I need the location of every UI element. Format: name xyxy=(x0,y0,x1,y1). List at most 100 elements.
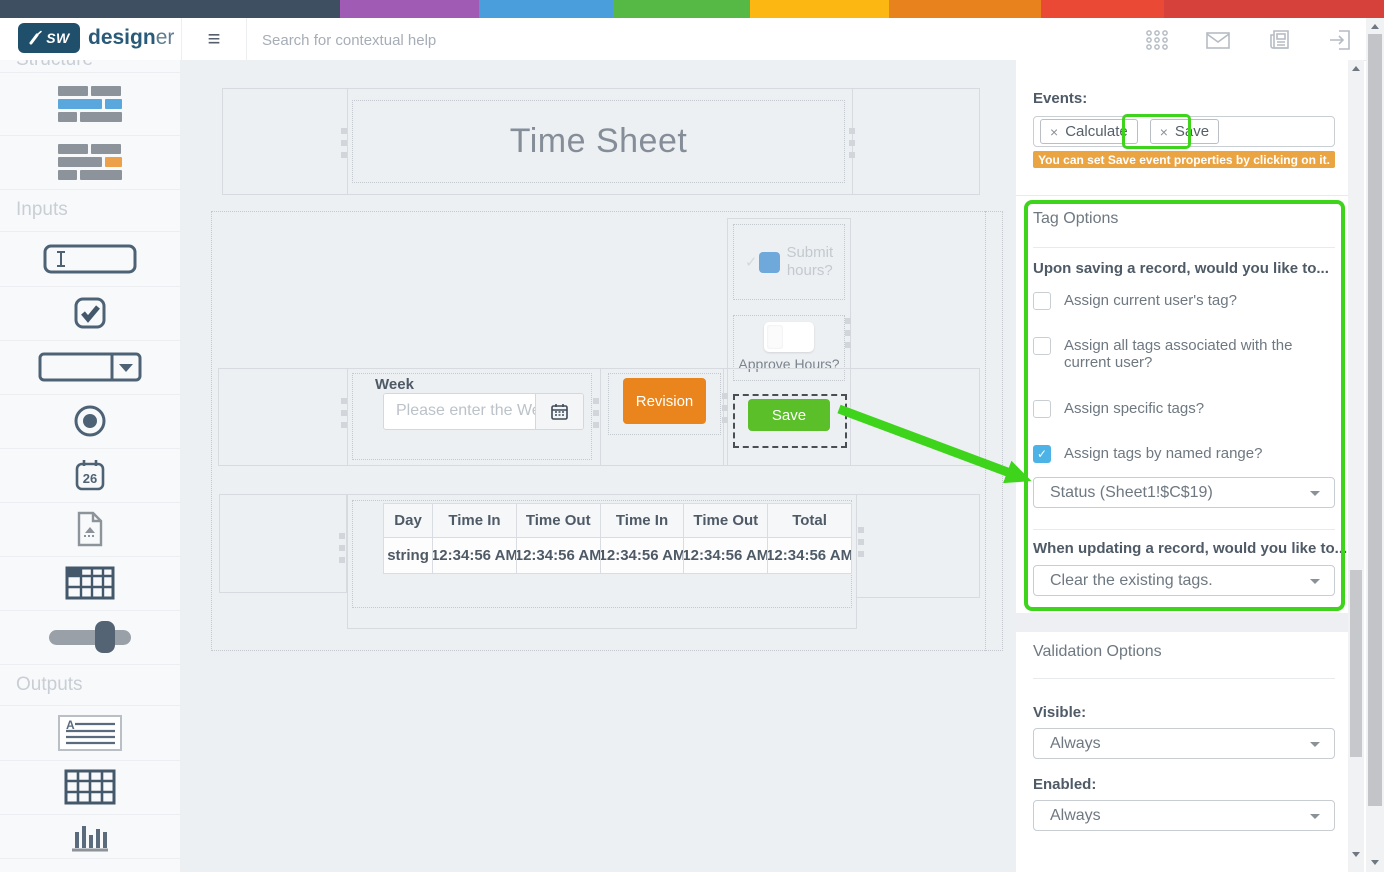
update-behavior-dropdown[interactable]: Clear the existing tags. xyxy=(1033,565,1335,596)
checkbox-unchecked[interactable] xyxy=(1033,337,1051,355)
panel-scroll-up-button[interactable] xyxy=(1348,62,1364,74)
search-input[interactable] xyxy=(260,26,824,54)
canvas-header-col-divider xyxy=(347,89,348,194)
window-scroll-down-button[interactable] xyxy=(1366,856,1384,868)
app-logo[interactable]: SW xyxy=(18,23,80,53)
stripe-redorange xyxy=(1041,0,1164,18)
stripe-red xyxy=(1164,0,1384,18)
panel-scrollbar-thumb[interactable] xyxy=(1350,570,1362,757)
sidebar-item-datepicker[interactable]: 26 xyxy=(0,448,180,503)
form-title-text: Time Sheet xyxy=(510,122,688,161)
sidebar-item-dropdown[interactable] xyxy=(0,340,180,395)
visible-dropdown[interactable]: Always xyxy=(1033,728,1335,759)
chevron-down-icon xyxy=(1310,742,1320,747)
mail-icon[interactable] xyxy=(1205,27,1231,53)
sidebar-item-output-grid[interactable] xyxy=(0,760,180,815)
week-row-divider1 xyxy=(347,369,348,465)
named-range-dropdown[interactable]: Status (Sheet1!$C$19) xyxy=(1033,477,1335,508)
timesheet-table[interactable]: Day Time In Time Out Time In Time Out To… xyxy=(383,503,852,574)
resize-handles[interactable] xyxy=(722,393,728,423)
table-row-left-cell[interactable] xyxy=(219,494,347,593)
resize-handles[interactable] xyxy=(341,398,347,428)
option-assign-by-named-range[interactable]: ✓ Assign tags by named range? xyxy=(1033,445,1319,463)
sidebar-item-checkbox[interactable] xyxy=(0,286,180,341)
form-title-widget[interactable]: Time Sheet xyxy=(352,100,845,183)
table-cell: 12:34:56 AM xyxy=(517,538,601,574)
canvas-week-row[interactable] xyxy=(218,368,980,466)
option-assign-specific-tags[interactable]: Assign specific tags? xyxy=(1033,400,1319,418)
enabled-label: Enabled: xyxy=(1033,776,1096,793)
option-assign-current-user-tag[interactable]: Assign current user's tag? xyxy=(1033,292,1319,310)
events-label: Events: xyxy=(1033,90,1087,107)
table-header-row: Day Time In Time Out Time In Time Out To… xyxy=(383,503,852,538)
brand-name: designer xyxy=(88,26,174,50)
stripe-green xyxy=(613,0,750,18)
dropdown-icon xyxy=(38,352,142,382)
events-tag-input[interactable]: ×Calculate ×Save xyxy=(1033,116,1335,147)
sidebar-item-structure-cell-orange[interactable] xyxy=(0,135,180,190)
sidebar-item-radio[interactable] xyxy=(0,394,180,449)
event-tag-calculate[interactable]: ×Calculate xyxy=(1040,119,1138,144)
apps-grid-icon[interactable] xyxy=(1144,27,1170,53)
named-range-value: Status (Sheet1!$C$19) xyxy=(1050,484,1213,502)
checkbox-checked[interactable]: ✓ xyxy=(1033,445,1051,463)
chevron-down-icon xyxy=(1310,579,1320,584)
output-grid-icon xyxy=(64,768,116,806)
remove-tag-icon[interactable]: × xyxy=(1050,124,1058,140)
table-header-cell: Time Out xyxy=(684,503,768,538)
sign-out-icon[interactable] xyxy=(1327,27,1353,53)
remove-tag-icon[interactable]: × xyxy=(1160,124,1168,140)
text-output-icon: A xyxy=(57,714,123,752)
sidebar-item-input-grid[interactable] xyxy=(0,556,180,611)
top-color-stripe xyxy=(0,0,1384,18)
submit-hours-widget[interactable]: ✓ Submithours? xyxy=(733,224,845,300)
design-canvas[interactable]: Time Sheet ✓ Submithours? Approve Hours?… xyxy=(180,60,1016,872)
brand-light: er xyxy=(156,26,175,49)
table-header-cell: Time In xyxy=(433,503,517,538)
sidebar-item-file-upload[interactable] xyxy=(0,502,180,557)
option-label: Assign current user's tag? xyxy=(1064,292,1319,309)
table-row-right-cell[interactable] xyxy=(857,494,980,598)
slider-icon xyxy=(47,619,133,655)
week-date-input[interactable] xyxy=(384,394,535,427)
sidebar-item-textbox[interactable] xyxy=(0,232,180,287)
sidebar-item-structure-row-blue[interactable] xyxy=(0,73,180,136)
approve-hours-toggle[interactable] xyxy=(764,322,814,352)
brand-bold: design xyxy=(88,26,156,49)
checkbox-unchecked[interactable] xyxy=(1033,292,1051,310)
event-tag-save[interactable]: ×Save xyxy=(1150,119,1219,144)
update-question-label: When updating a record, would you like t… xyxy=(1033,540,1347,557)
sidebar-section-outputs: Outputs xyxy=(0,664,180,706)
sidebar-item-chart[interactable] xyxy=(0,814,180,859)
option-assign-all-tags[interactable]: Assign all tags associated with the curr… xyxy=(1033,337,1319,371)
window-scrollbar-thumb[interactable] xyxy=(1368,34,1382,806)
save-event-hint-banner: You can set Save event properties by cli… xyxy=(1033,151,1335,168)
sidebar-item-partial[interactable] xyxy=(0,858,180,872)
app-window: SW designer ≡ Structure xyxy=(0,0,1384,872)
resize-handles[interactable] xyxy=(339,533,345,563)
calendar-picker-button[interactable] xyxy=(535,394,583,429)
option-label: Assign tags by named range? xyxy=(1064,445,1319,462)
checkbox-unchecked[interactable] xyxy=(1033,400,1051,418)
enabled-dropdown[interactable]: Always xyxy=(1033,800,1335,831)
week-input-group xyxy=(383,393,584,430)
sidebar-item-text-output[interactable]: A xyxy=(0,706,180,761)
app-header: SW designer ≡ xyxy=(0,18,1384,61)
menu-toggle-button[interactable]: ≡ xyxy=(181,18,247,60)
save-question-label: Upon saving a record, would you like to.… xyxy=(1033,260,1329,277)
panel-scroll-down-button[interactable] xyxy=(1348,848,1364,860)
calendar-icon: 26 xyxy=(74,458,106,492)
resize-handles[interactable] xyxy=(845,318,851,348)
news-icon[interactable] xyxy=(1267,27,1293,53)
sidebar-item-slider[interactable] xyxy=(0,610,180,665)
bar-chart-icon xyxy=(70,818,110,854)
resize-handles[interactable] xyxy=(858,527,864,557)
table-data-row: string 12:34:56 AM 12:34:56 AM 12:34:56 … xyxy=(383,538,852,574)
window-scroll-up-button[interactable] xyxy=(1366,20,1384,32)
table-cell: 12:34:56 AM xyxy=(684,538,768,574)
resize-handles[interactable] xyxy=(593,398,599,428)
resize-handles[interactable] xyxy=(849,128,855,158)
revision-button[interactable]: Revision xyxy=(623,378,706,424)
submit-hours-checkbox[interactable] xyxy=(759,252,780,273)
resize-handles[interactable] xyxy=(341,128,347,158)
